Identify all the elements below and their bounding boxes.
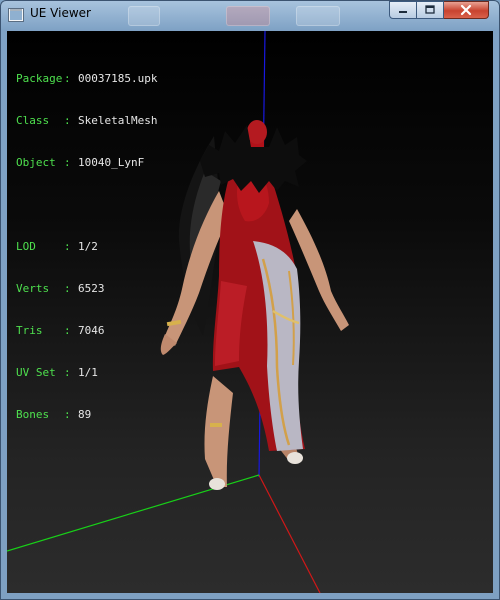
minimize-button[interactable]	[389, 1, 417, 19]
info-separator: :	[64, 156, 71, 169]
info-label: LOD	[16, 240, 36, 253]
maximize-icon	[425, 5, 435, 14]
background-window-ghost	[296, 6, 340, 26]
background-window-ghost	[128, 6, 160, 26]
info-label: Verts	[16, 282, 50, 295]
info-separator: :	[64, 324, 71, 337]
right-shoe	[287, 452, 303, 464]
bones-value: 89	[78, 408, 92, 421]
tris-value: 7046	[78, 324, 105, 337]
info-label: Object	[16, 156, 56, 169]
info-separator: :	[64, 408, 71, 421]
info-row-package: Package:00037185.upk	[16, 72, 157, 86]
info-separator: :	[64, 366, 71, 379]
info-label: UV Set	[16, 366, 56, 379]
class-value: SkeletalMesh	[78, 114, 158, 127]
info-separator: :	[64, 114, 71, 127]
character-model	[160, 120, 349, 490]
info-row-object: Object:10040_LynF	[16, 156, 157, 170]
object-value: 10040_LynF	[78, 156, 145, 169]
maximize-button[interactable]	[417, 1, 444, 19]
mesh-info-panel: Package:00037185.upk Class: SkeletalMesh …	[16, 44, 157, 450]
package-value: 00037185.upk	[78, 72, 158, 85]
info-row-tris: Tris:7046	[16, 324, 157, 338]
verts-value: 6523	[78, 282, 105, 295]
info-row-verts: Verts:6523	[16, 282, 157, 296]
info-row-class: Class: SkeletalMesh	[16, 114, 157, 128]
app-window: UE Viewer Package: 00037185.upk Class:…	[0, 0, 500, 600]
info-label: Tris	[16, 324, 43, 337]
info-row-bones: Bones:89	[16, 408, 157, 422]
close-button[interactable]	[444, 1, 489, 19]
title-bar[interactable]: UE Viewer	[0, 0, 500, 30]
uvset-value: 1/1	[78, 366, 98, 379]
minimize-icon	[399, 11, 407, 13]
3d-viewport[interactable]: Package:00037185.upk Class: SkeletalMesh …	[7, 31, 493, 593]
axis-x-line	[258, 474, 321, 593]
app-icon	[8, 8, 24, 22]
info-row-lod: LOD:1/2	[16, 240, 157, 254]
info-label: Class	[16, 114, 50, 127]
info-label: Bones	[16, 408, 50, 421]
info-separator: :	[64, 240, 71, 253]
close-icon	[460, 4, 472, 16]
lod-value: 1/2	[78, 240, 98, 253]
background-window-ghost	[226, 6, 270, 26]
info-separator: :	[64, 72, 71, 85]
info-row-uvset: UV Set:1/1	[16, 366, 157, 380]
left-shoe	[209, 478, 225, 490]
info-separator: :	[64, 282, 71, 295]
window-title: UE Viewer	[30, 6, 91, 20]
info-label: Package	[16, 72, 63, 85]
info-spacer	[16, 198, 157, 212]
